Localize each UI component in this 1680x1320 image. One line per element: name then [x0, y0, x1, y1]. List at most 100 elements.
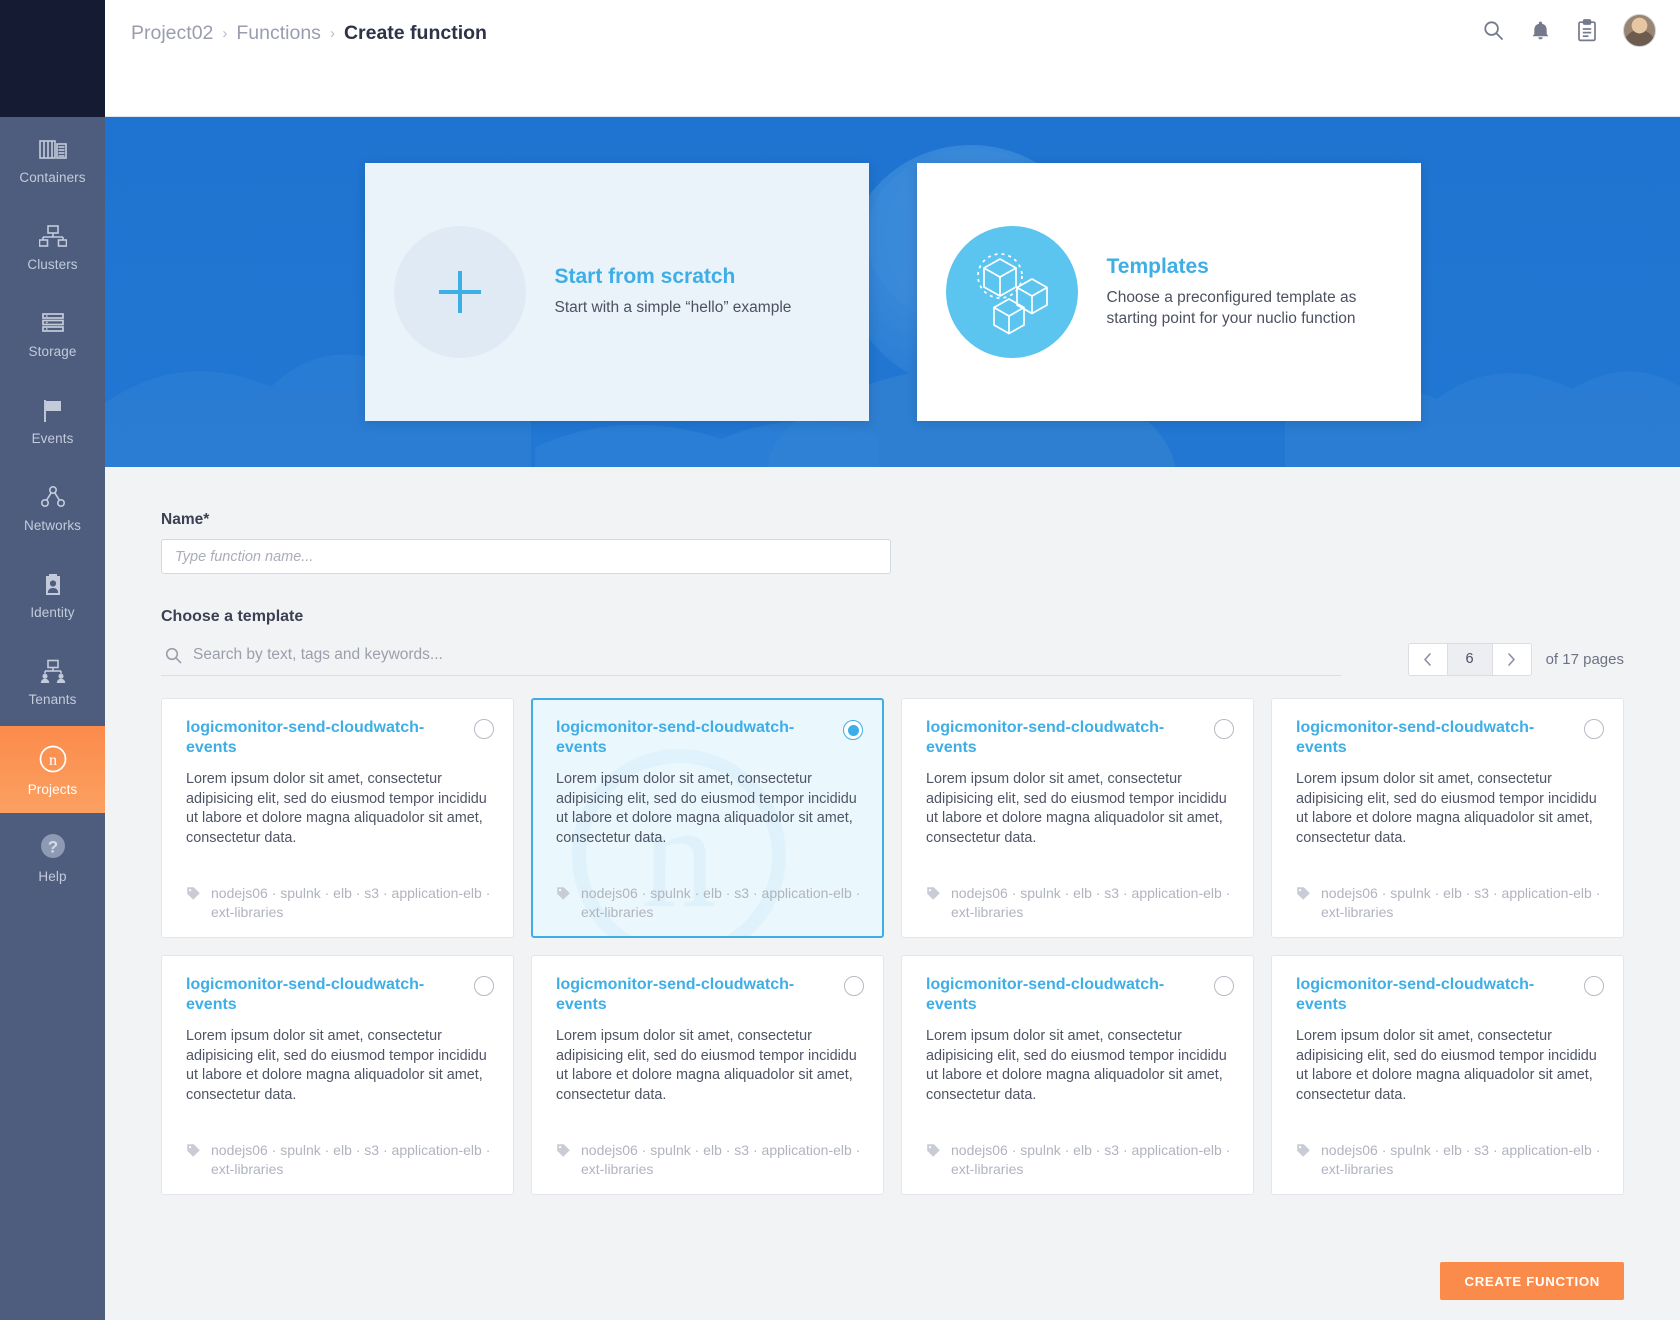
- flag-icon: [40, 398, 66, 424]
- sidebar-item-label: Identity: [30, 604, 75, 620]
- template-description: Lorem ipsum dolor sit amet, consectetur …: [186, 1028, 487, 1103]
- template-title: logicmonitor-send-cloudwatch-events: [186, 719, 425, 756]
- hero-card-visual: [917, 226, 1107, 358]
- template-radio[interactable]: [843, 720, 863, 740]
- user-avatar[interactable]: [1623, 14, 1656, 47]
- tag-icon: [186, 886, 201, 905]
- hero-banner: n: [105, 117, 1680, 467]
- create-function-button[interactable]: CREATE FUNCTION: [1440, 1262, 1624, 1300]
- tenants-icon: [39, 659, 67, 685]
- function-name-input[interactable]: [161, 539, 891, 574]
- svg-text:n: n: [49, 752, 57, 769]
- sidebar-item-networks[interactable]: Networks: [0, 465, 105, 552]
- pagination-prev-button[interactable]: [1408, 643, 1447, 675]
- template-radio[interactable]: [844, 976, 864, 996]
- chevron-left-icon: [1424, 652, 1431, 666]
- hero-card-text: Templates Choose a preconfigured templat…: [1107, 255, 1381, 329]
- cubes-icon: [976, 253, 1048, 335]
- template-tags-text: nodejs06 · spulnk · elb · s3 · applicati…: [211, 1142, 491, 1177]
- breadcrumb: Project02 › Functions › Create function: [105, 0, 487, 45]
- template-card[interactable]: n logicmonitor-send-cloudwatch-events Lo…: [531, 698, 884, 938]
- app-root: Containers Clusters Storage Events Netwo…: [0, 0, 1680, 1320]
- tag-icon: [556, 886, 571, 905]
- header-actions: [1483, 14, 1656, 47]
- template-description: Lorem ipsum dolor sit amet, consectetur …: [926, 1028, 1227, 1103]
- template-description: Lorem ipsum dolor sit amet, consectetur …: [1296, 1028, 1597, 1103]
- template-radio[interactable]: [1584, 719, 1604, 739]
- question-circle-icon: ?: [37, 830, 69, 862]
- template-tags-text: nodejs06 · spulnk · elb · s3 · applicati…: [951, 885, 1231, 920]
- template-card[interactable]: logicmonitor-send-cloudwatch-events Lore…: [901, 955, 1254, 1195]
- hero-card-text: Start from scratch Start with a simple “…: [555, 265, 816, 318]
- template-tags: nodejs06 · spulnk · elb · s3 · applicati…: [186, 856, 492, 921]
- bell-icon[interactable]: [1530, 20, 1551, 42]
- pagination-current-page[interactable]: 6: [1446, 643, 1493, 675]
- breadcrumb-item-functions[interactable]: Functions: [236, 22, 321, 45]
- sidebar-item-identity[interactable]: Identity: [0, 552, 105, 639]
- tag-icon: [186, 1143, 201, 1162]
- choose-template-heading: Choose a template: [161, 608, 304, 625]
- form-footer: CREATE FUNCTION: [49, 1242, 1624, 1320]
- breadcrumb-separator: ›: [329, 25, 335, 42]
- sidebar: Containers Clusters Storage Events Netwo…: [0, 0, 105, 1320]
- template-card[interactable]: logicmonitor-send-cloudwatch-events Lore…: [161, 698, 514, 938]
- template-tags: nodejs06 · spulnk · elb · s3 · applicati…: [1296, 856, 1602, 921]
- template-tags-text: nodejs06 · spulnk · elb · s3 · applicati…: [1321, 1142, 1601, 1177]
- pagination: 6 of 17 pages: [1407, 642, 1624, 676]
- hero-card-list: Start from scratch Start with a simple “…: [105, 117, 1680, 467]
- template-card[interactable]: logicmonitor-send-cloudwatch-events Lore…: [1271, 955, 1624, 1195]
- template-tags: nodejs06 · spulnk · elb · s3 · applicati…: [556, 1113, 862, 1178]
- breadcrumb-separator: ›: [222, 25, 228, 42]
- template-tags: nodejs06 · spulnk · elb · s3 · applicati…: [556, 856, 862, 921]
- sidebar-item-events[interactable]: Events: [0, 378, 105, 465]
- sidebar-item-projects[interactable]: n Projects: [0, 726, 105, 813]
- template-tags: nodejs06 · spulnk · elb · s3 · applicati…: [186, 1113, 492, 1178]
- clipboard-icon[interactable]: [1577, 19, 1597, 42]
- storage-icon: [40, 311, 66, 337]
- sidebar-item-clusters[interactable]: Clusters: [0, 204, 105, 291]
- template-title: logicmonitor-send-cloudwatch-events: [556, 976, 795, 1013]
- sidebar-item-storage[interactable]: Storage: [0, 291, 105, 378]
- sidebar-item-label: Storage: [28, 343, 77, 359]
- tag-icon: [1296, 886, 1311, 905]
- sidebar-logo-area: [0, 0, 105, 117]
- main-area: Project02 › Functions › Create function: [105, 0, 1680, 1320]
- template-radio[interactable]: [474, 976, 494, 996]
- name-field-label: Name*: [161, 511, 210, 528]
- hero-card-templates[interactable]: Templates Choose a preconfigured templat…: [916, 163, 1421, 421]
- pagination-group: 6: [1407, 642, 1532, 676]
- hero-card-start-from-scratch[interactable]: Start from scratch Start with a simple “…: [364, 163, 869, 421]
- template-description: Lorem ipsum dolor sit amet, consectetur …: [556, 1028, 857, 1103]
- pagination-next-button[interactable]: [1492, 643, 1531, 675]
- template-search-input[interactable]: [193, 646, 1341, 664]
- templates-circle: [945, 226, 1078, 358]
- sidebar-item-containers[interactable]: Containers: [0, 117, 105, 204]
- template-tags-text: nodejs06 · spulnk · elb · s3 · applicati…: [1321, 885, 1601, 920]
- top-header: Project02 › Functions › Create function: [105, 0, 1680, 117]
- tag-icon: [1296, 1143, 1311, 1162]
- template-radio[interactable]: [1214, 719, 1234, 739]
- template-card[interactable]: logicmonitor-send-cloudwatch-events Lore…: [901, 698, 1254, 938]
- template-tags-text: nodejs06 · spulnk · elb · s3 · applicati…: [211, 885, 491, 920]
- sidebar-item-help[interactable]: ? Help: [0, 813, 105, 900]
- breadcrumb-item-current: Create function: [343, 22, 487, 44]
- clusters-icon: [38, 224, 67, 250]
- template-radio[interactable]: [474, 719, 494, 739]
- breadcrumb-item-project[interactable]: Project02: [131, 22, 213, 45]
- template-tags: nodejs06 · spulnk · elb · s3 · applicati…: [1296, 1113, 1602, 1178]
- sidebar-item-label: Containers: [19, 169, 86, 185]
- template-radio[interactable]: [1214, 976, 1234, 996]
- sidebar-item-label: Tenants: [28, 691, 77, 707]
- template-card[interactable]: logicmonitor-send-cloudwatch-events Lore…: [161, 955, 514, 1195]
- hero-card-subtitle: Choose a preconfigured template as start…: [1106, 289, 1357, 327]
- sidebar-item-tenants[interactable]: Tenants: [0, 639, 105, 726]
- template-title: logicmonitor-send-cloudwatch-events: [1296, 976, 1535, 1013]
- template-title: logicmonitor-send-cloudwatch-events: [556, 719, 795, 756]
- template-search-box[interactable]: [161, 642, 1341, 676]
- search-icon[interactable]: [1483, 20, 1504, 41]
- sidebar-item-label: Events: [31, 430, 74, 446]
- nuclio-n-icon: n: [37, 743, 69, 775]
- template-card[interactable]: logicmonitor-send-cloudwatch-events Lore…: [1271, 698, 1624, 938]
- template-card[interactable]: logicmonitor-send-cloudwatch-events Lore…: [531, 955, 884, 1195]
- template-radio[interactable]: [1584, 976, 1604, 996]
